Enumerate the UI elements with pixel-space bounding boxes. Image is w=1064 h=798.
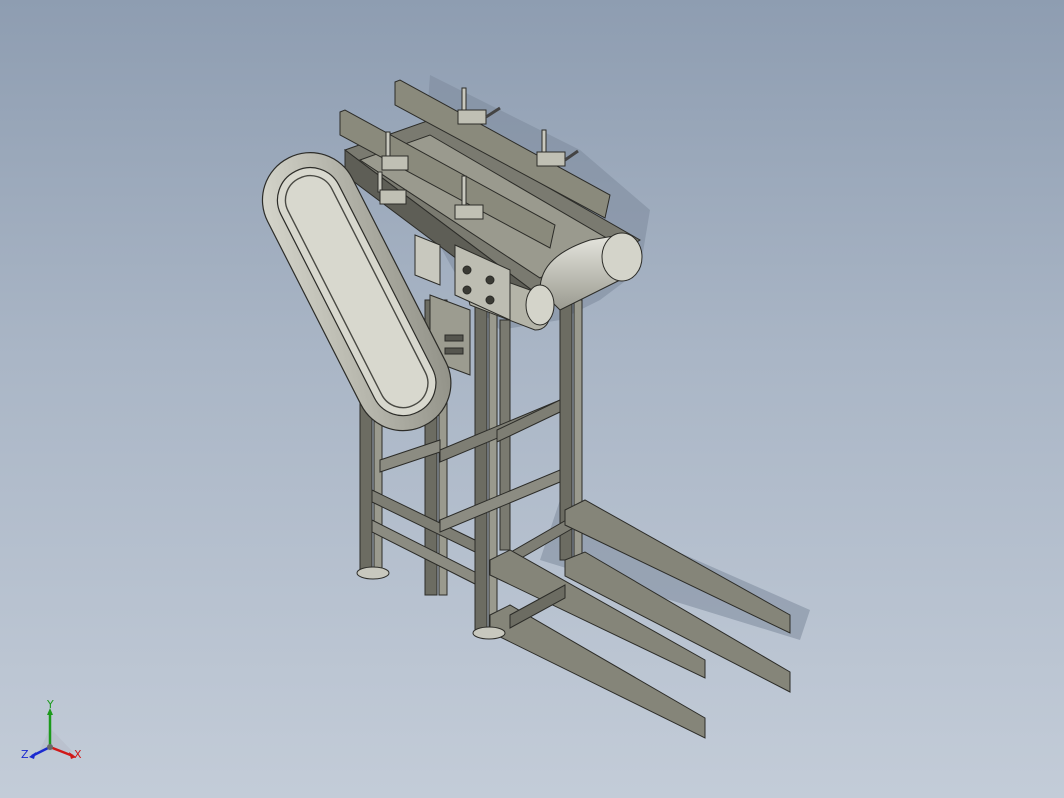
z-axis-label: Z: [21, 748, 29, 761]
coordinate-triad: Y X Z: [21, 700, 82, 761]
y-axis-label: Y: [46, 700, 54, 711]
conveyor-model[interactable]: [0, 0, 1064, 798]
z-arrow-icon: [29, 752, 36, 759]
x-axis-label: X: [74, 748, 82, 761]
graphics-viewport[interactable]: Y X Z: [0, 0, 1064, 798]
triad-origin: [47, 744, 53, 750]
